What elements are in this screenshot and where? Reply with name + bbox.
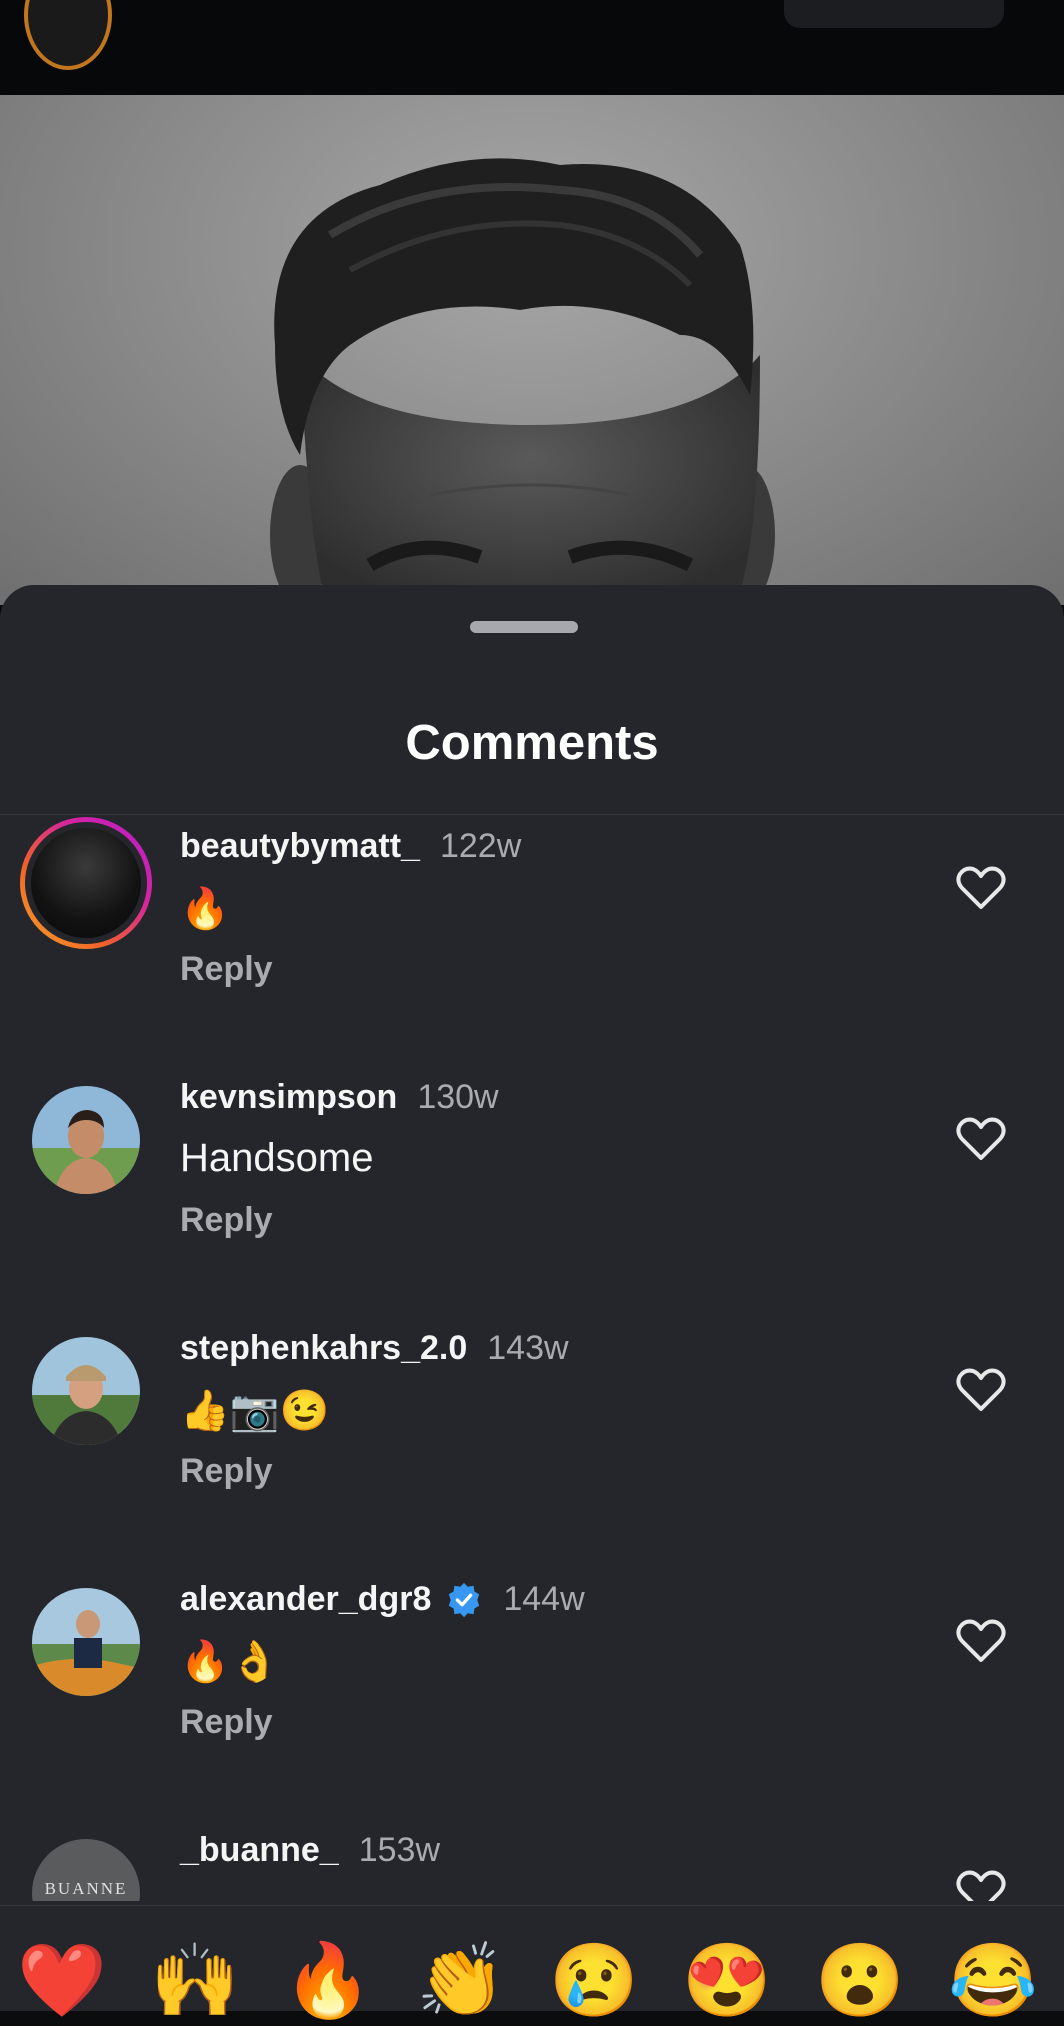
reply-button[interactable]: Reply bbox=[180, 1452, 273, 1491]
comment-time: 144w bbox=[503, 1580, 585, 1618]
emoji-heart-button[interactable]: ❤️ bbox=[17, 1936, 107, 2026]
comment-item: stephenkahrs_2.0 143w 👍📷😉 Reply bbox=[0, 1317, 1064, 1568]
avatar-logo-text: BUANNE bbox=[44, 1879, 128, 1898]
quick-reaction-bar: ❤️ 🙌 🔥 👏 😢 😍 😮 😂 bbox=[0, 1905, 1064, 2021]
emoji-laughing-button[interactable]: 😂 bbox=[948, 1936, 1038, 2026]
post-photo bbox=[0, 95, 1064, 605]
avatar[interactable] bbox=[32, 1588, 140, 1696]
reply-button[interactable]: Reply bbox=[180, 950, 273, 989]
avatar[interactable] bbox=[20, 817, 152, 949]
emoji-heart-eyes-button[interactable]: 😍 bbox=[682, 1936, 772, 2026]
heart-outline-icon[interactable] bbox=[956, 1618, 1006, 1664]
avatar[interactable] bbox=[32, 1086, 140, 1194]
emoji-raised-hands-button[interactable]: 🙌 bbox=[150, 1936, 240, 2026]
comment-username[interactable]: stephenkahrs_2.0 bbox=[180, 1329, 467, 1368]
comment-text: 🔥👌 bbox=[180, 1640, 280, 1684]
reply-button[interactable]: Reply bbox=[180, 1703, 273, 1742]
comment-time: 122w bbox=[439, 827, 522, 865]
emoji-crying-button[interactable]: 😢 bbox=[549, 1936, 639, 2026]
comments-sheet: Comments beautybymatt_ 122w 🔥 Reply kevn… bbox=[0, 585, 1064, 2010]
comment-item: BUANNE _buanne_ 153w bbox=[0, 1819, 1064, 1901]
post-header bbox=[0, 0, 1064, 95]
comment-text: 🔥 bbox=[180, 887, 230, 931]
comment-time: 143w bbox=[487, 1329, 569, 1367]
heart-outline-icon[interactable] bbox=[956, 865, 1006, 911]
verified-badge-icon bbox=[449, 1582, 480, 1617]
reply-button[interactable]: Reply bbox=[180, 1201, 273, 1240]
sheet-title: Comments bbox=[405, 716, 659, 770]
comment-time: 153w bbox=[358, 1831, 440, 1869]
emoji-fire-button[interactable]: 🔥 bbox=[283, 1936, 373, 2026]
emoji-clap-button[interactable]: 👏 bbox=[416, 1936, 506, 2026]
post-author-avatar[interactable] bbox=[24, 0, 112, 70]
emoji-surprised-button[interactable]: 😮 bbox=[815, 1936, 905, 2026]
comment-list[interactable]: beautybymatt_ 122w 🔥 Reply kevnsimpson 1… bbox=[0, 815, 1064, 1901]
heart-outline-icon[interactable] bbox=[956, 1116, 1006, 1162]
comment-time: 130w bbox=[417, 1078, 499, 1116]
comment-username[interactable]: _buanne_ bbox=[180, 1831, 339, 1870]
avatar[interactable]: BUANNE bbox=[32, 1839, 140, 1901]
header-pill-button[interactable] bbox=[784, 0, 1004, 28]
avatar[interactable] bbox=[32, 1337, 140, 1445]
comment-item: alexander_dgr8 144w 🔥👌 Reply bbox=[0, 1568, 1064, 1819]
comment-username[interactable]: beautybymatt_ bbox=[180, 827, 420, 866]
comment-item: beautybymatt_ 122w 🔥 Reply bbox=[0, 815, 1064, 1066]
comment-text: Handsome bbox=[180, 1136, 374, 1180]
comment-item: kevnsimpson 130w Handsome Reply bbox=[0, 1066, 1064, 1317]
heart-outline-icon[interactable] bbox=[956, 1869, 1006, 1901]
heart-outline-icon[interactable] bbox=[956, 1367, 1006, 1413]
comment-text: 👍📷😉 bbox=[180, 1389, 330, 1433]
comment-username[interactable]: kevnsimpson bbox=[180, 1078, 397, 1117]
comment-username[interactable]: alexander_dgr8 bbox=[180, 1580, 431, 1619]
drag-handle[interactable] bbox=[470, 621, 578, 633]
